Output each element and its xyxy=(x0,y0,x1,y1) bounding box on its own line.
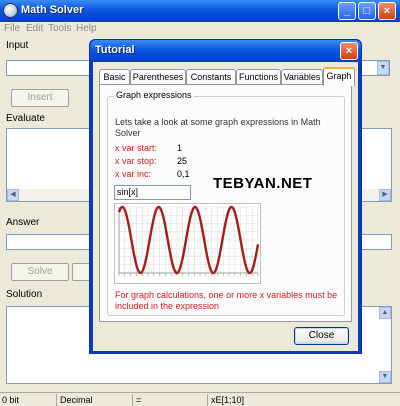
scroll-up-icon[interactable]: ▲ xyxy=(379,307,391,319)
x-start-label: x var start: xyxy=(115,143,158,153)
watermark-text: TEBYAN.NET xyxy=(213,175,313,192)
scroll-down-icon[interactable]: ▼ xyxy=(379,371,391,383)
close-dialog-button[interactable]: Close xyxy=(294,327,349,345)
x-stop-value: 25 xyxy=(177,156,188,166)
x-inc-value: 0,1 xyxy=(177,169,190,179)
app-icon xyxy=(3,3,18,18)
expression-field[interactable]: sin[x] xyxy=(114,185,191,200)
menu-tools[interactable]: Tools xyxy=(48,23,71,34)
window-title: Math Solver xyxy=(21,4,84,16)
tutorial-dialog: Tutorial × Basic Parentheses Constants F… xyxy=(89,39,362,354)
dialog-title-bar[interactable]: Tutorial × xyxy=(90,40,361,62)
close-button[interactable]: × xyxy=(378,2,396,20)
maximize-button[interactable]: □ xyxy=(358,2,376,20)
dialog-title: Tutorial xyxy=(95,44,135,56)
tab-parentheses[interactable]: Parentheses xyxy=(130,69,186,85)
insert-button[interactable]: Insert xyxy=(11,89,69,107)
status-range: xE[1;10] xyxy=(211,395,245,405)
menu-bar: File Edit Tools Help xyxy=(0,22,400,36)
status-mode: Decimal xyxy=(60,395,93,405)
status-bar: 0 bit Decimal = xE[1;10] xyxy=(0,392,400,406)
graph-note: For graph calculations, one or more x va… xyxy=(115,290,338,311)
graph-tab-panel: Graph expressions Lets take a look at so… xyxy=(99,84,352,322)
tab-functions[interactable]: Functions xyxy=(236,69,281,85)
graph-preview xyxy=(114,203,261,284)
tab-variables[interactable]: Variables xyxy=(281,69,323,85)
menu-help[interactable]: Help xyxy=(76,23,97,34)
solve-button[interactable]: Solve xyxy=(11,263,69,281)
answer-label: Answer xyxy=(6,217,40,228)
x-inc-label: x var inc: xyxy=(115,169,152,179)
input-label: Input xyxy=(6,40,29,51)
x-stop-label: x var stop: xyxy=(115,156,157,166)
tab-constants[interactable]: Constants xyxy=(186,69,236,85)
scroll-right-icon[interactable]: ▶ xyxy=(379,189,391,201)
scroll-left-icon[interactable]: ◀ xyxy=(7,189,19,201)
graph-chart xyxy=(117,205,260,276)
solution-label: Solution xyxy=(6,289,43,300)
tab-graph[interactable]: Graph xyxy=(323,67,355,86)
x-start-value: 1 xyxy=(177,143,183,153)
intro-text: Lets take a look at some graph expressio… xyxy=(115,117,321,138)
minimize-button[interactable]: _ xyxy=(338,2,356,20)
menu-file[interactable]: File xyxy=(4,23,20,34)
group-title: Graph expressions xyxy=(114,90,194,100)
status-operator: = xyxy=(136,395,142,405)
evaluate-label: Evaluate xyxy=(6,113,45,124)
title-bar[interactable]: Math Solver _ □ × xyxy=(0,0,400,22)
tab-basic[interactable]: Basic xyxy=(99,69,130,85)
dialog-close-button[interactable]: × xyxy=(340,42,358,60)
status-bits: 0 bit xyxy=(2,395,20,405)
dialog-body: Basic Parentheses Constants Functions Va… xyxy=(93,62,358,351)
menu-edit[interactable]: Edit xyxy=(26,23,43,34)
graph-expressions-group: Graph expressions Lets take a look at so… xyxy=(107,90,345,316)
chevron-down-icon[interactable]: ▼ xyxy=(377,61,389,75)
